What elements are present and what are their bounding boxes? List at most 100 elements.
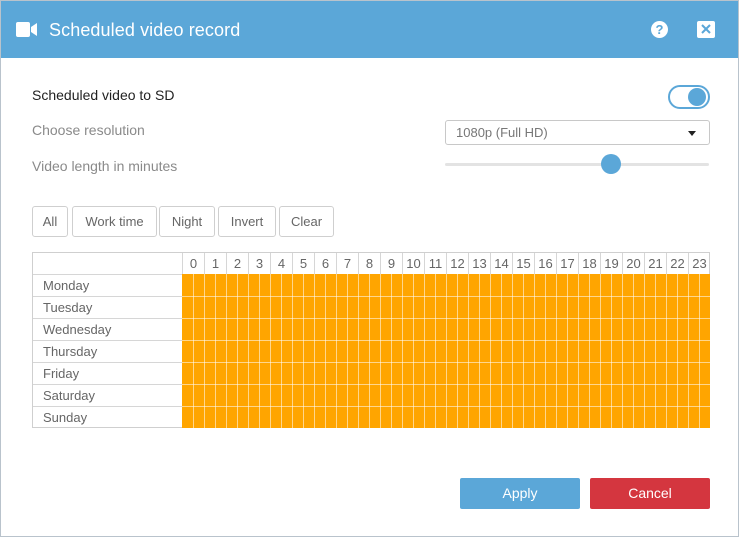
day-label[interactable]: Tuesday	[33, 296, 182, 318]
cell-divider	[677, 274, 678, 428]
cell-divider	[468, 274, 469, 428]
hour-header[interactable]: 11	[424, 253, 446, 274]
cell-divider	[633, 274, 634, 428]
hour-header[interactable]: 0	[182, 253, 204, 274]
cell-divider	[325, 274, 326, 428]
day-label[interactable]: Saturday	[33, 384, 182, 406]
hour-header[interactable]: 23	[688, 253, 710, 274]
hour-header[interactable]: 16	[534, 253, 556, 274]
resolution-select[interactable]: 1080p (Full HD)	[445, 120, 710, 145]
cell-divider	[578, 274, 579, 428]
cell-divider	[303, 274, 304, 428]
dialog-title: Scheduled video record	[49, 20, 241, 40]
hour-header[interactable]: 20	[622, 253, 644, 274]
day-label[interactable]: Monday	[33, 274, 182, 296]
row-divider	[182, 384, 710, 385]
cell-divider	[479, 274, 480, 428]
hour-header[interactable]: 5	[292, 253, 314, 274]
schedule-grid: 0 1 2 3 4 5 6 7 8 9 10 11 12 13 14 15 16 17 18 19 20 21 22 23 Mo…	[32, 252, 710, 428]
cell-divider	[699, 274, 700, 428]
cell-divider	[226, 274, 227, 428]
work-time-button[interactable]: Work time	[72, 206, 157, 237]
video-length-slider-track[interactable]	[445, 163, 709, 166]
apply-button[interactable]: Apply	[460, 478, 580, 509]
cell-divider	[534, 274, 535, 428]
cell-divider	[215, 274, 216, 428]
cell-divider	[556, 274, 557, 428]
hour-header[interactable]: 6	[314, 253, 336, 274]
cell-divider	[204, 274, 205, 428]
schedule-cells[interactable]	[182, 274, 710, 428]
hour-header[interactable]: 10	[402, 253, 424, 274]
cell-divider	[281, 274, 282, 428]
cell-divider	[358, 274, 359, 428]
resolution-label: Choose resolution	[32, 122, 145, 138]
cell-divider	[545, 274, 546, 428]
cell-divider	[193, 274, 194, 428]
row-divider	[182, 318, 710, 319]
cell-divider	[270, 274, 271, 428]
help-icon[interactable]: ?	[651, 21, 668, 38]
day-label[interactable]: Thursday	[33, 340, 182, 362]
video-length-slider-thumb[interactable]	[601, 154, 622, 174]
cell-divider	[457, 274, 458, 428]
select-all-button[interactable]: All	[32, 206, 68, 237]
cell-divider	[523, 274, 524, 428]
cell-divider	[347, 274, 348, 428]
cell-divider	[567, 274, 568, 428]
hour-header[interactable]: 3	[248, 253, 270, 274]
cancel-button[interactable]: Cancel	[590, 478, 710, 509]
cell-divider	[688, 274, 689, 428]
hour-header[interactable]: 12	[446, 253, 468, 274]
hour-header[interactable]: 1	[204, 253, 226, 274]
row-divider	[182, 296, 710, 297]
cell-divider	[237, 274, 238, 428]
cell-divider	[259, 274, 260, 428]
video-length-label: Video length in minutes	[32, 158, 178, 174]
cell-divider	[512, 274, 513, 428]
hour-header[interactable]: 14	[490, 253, 512, 274]
dialog-titlebar: Scheduled video record ?	[1, 1, 738, 58]
cell-divider	[292, 274, 293, 428]
close-icon[interactable]	[697, 21, 715, 38]
cell-divider	[413, 274, 414, 428]
hour-header[interactable]: 7	[336, 253, 358, 274]
cell-divider	[424, 274, 425, 428]
cell-divider	[446, 274, 447, 428]
cell-divider	[501, 274, 502, 428]
cell-divider	[490, 274, 491, 428]
cell-divider	[391, 274, 392, 428]
hour-header[interactable]: 4	[270, 253, 292, 274]
row-divider	[182, 362, 710, 363]
day-label[interactable]: Wednesday	[33, 318, 182, 340]
sd-record-toggle[interactable]	[668, 85, 710, 109]
cell-divider	[380, 274, 381, 428]
cell-divider	[248, 274, 249, 428]
hour-header[interactable]: 18	[578, 253, 600, 274]
hour-header[interactable]: 21	[644, 253, 666, 274]
hour-header[interactable]: 13	[468, 253, 490, 274]
video-camera-icon	[16, 21, 38, 43]
hour-header[interactable]: 2	[226, 253, 248, 274]
cell-divider	[655, 274, 656, 428]
night-button[interactable]: Night	[159, 206, 215, 237]
invert-button[interactable]: Invert	[218, 206, 276, 237]
clear-button[interactable]: Clear	[279, 206, 334, 237]
hour-header[interactable]: 19	[600, 253, 622, 274]
hour-header[interactable]: 17	[556, 253, 578, 274]
row-divider	[182, 406, 710, 407]
resolution-value: 1080p (Full HD)	[456, 125, 548, 140]
cell-divider	[402, 274, 403, 428]
cell-divider	[369, 274, 370, 428]
cell-divider	[600, 274, 601, 428]
chevron-down-icon	[688, 131, 696, 136]
sd-record-label: Scheduled video to SD	[32, 87, 175, 103]
day-label[interactable]: Sunday	[33, 406, 182, 428]
hour-header[interactable]: 15	[512, 253, 534, 274]
hour-header[interactable]: 8	[358, 253, 380, 274]
cell-divider	[611, 274, 612, 428]
day-label[interactable]: Friday	[33, 362, 182, 384]
cell-divider	[622, 274, 623, 428]
hour-header[interactable]: 22	[666, 253, 688, 274]
hour-header[interactable]: 9	[380, 253, 402, 274]
